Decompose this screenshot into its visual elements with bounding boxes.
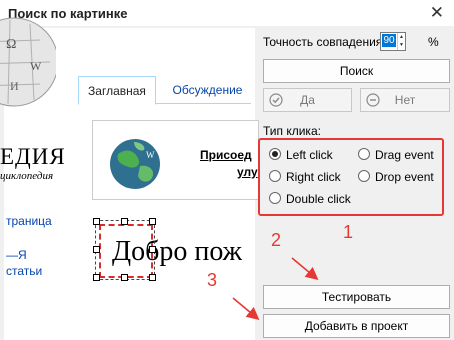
annotation-arrow-icon [232,257,319,321]
